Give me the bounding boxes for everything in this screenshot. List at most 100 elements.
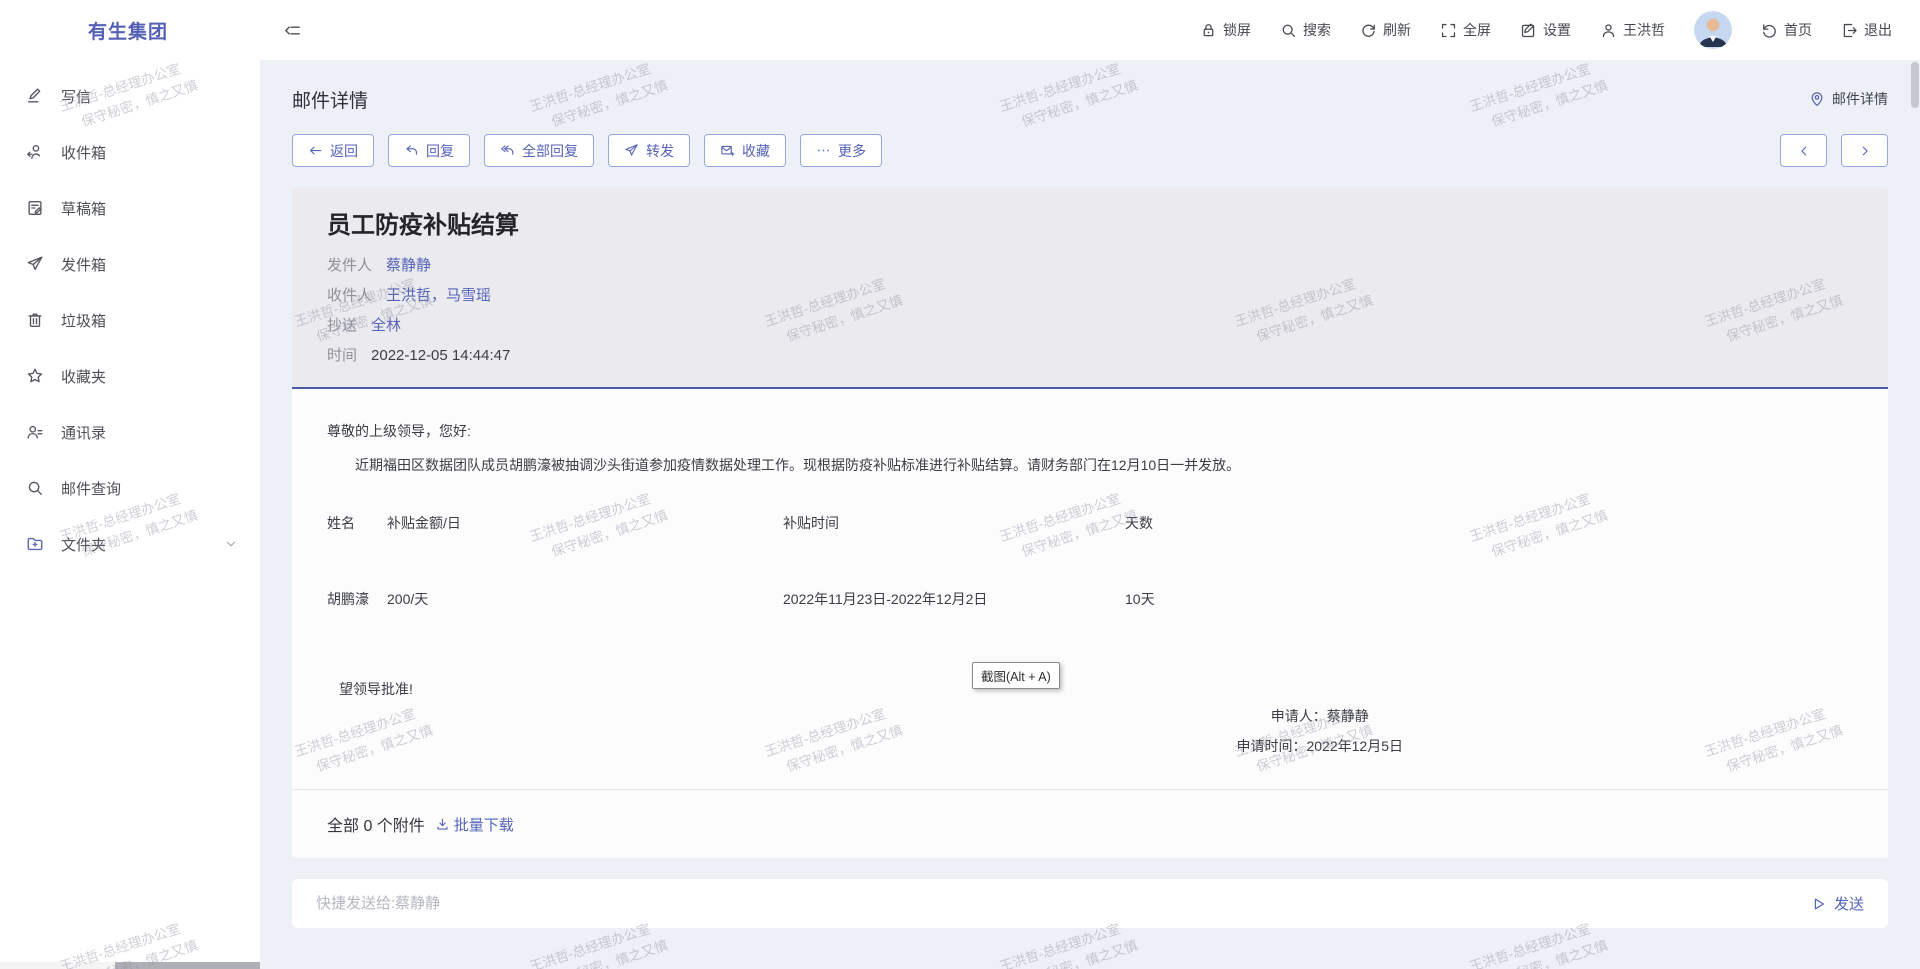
chevron-left-icon: [1797, 144, 1811, 158]
favorite-button[interactable]: 收藏: [704, 134, 786, 167]
star-icon: [26, 367, 44, 385]
chevron-right-icon: [1858, 144, 1872, 158]
sidebar-horizontal-scrollbar[interactable]: [0, 962, 260, 969]
sidebar-item-drafts[interactable]: 草稿箱: [0, 180, 260, 236]
recipients-link[interactable]: 王洪哲，马雪瑶: [386, 281, 491, 311]
mail-detail-card: 员工防疫补贴结算 发件人 蔡静静 收件人 王洪哲，马雪瑶 抄送 全林 时间 20…: [292, 187, 1888, 858]
sidebar: 写信 收件箱 草稿箱 发件箱 垃圾箱 收藏夹: [0, 60, 260, 969]
signature-block: 申请人：蔡静静 申请时间：2022年12月5日: [1236, 701, 1403, 761]
undo-arrow-icon: [1761, 22, 1778, 39]
paper-plane-icon: [624, 143, 639, 158]
reply-button[interactable]: 回复: [388, 134, 470, 167]
mail-to-row: 收件人 王洪哲，马雪瑶: [327, 281, 1853, 311]
back-button[interactable]: 返回: [292, 134, 374, 167]
mail-pager: [1780, 134, 1888, 167]
table-header-cell: 补贴时间: [783, 513, 1125, 533]
menu-fold-icon: [283, 21, 302, 40]
main-content: 邮件详情 邮件详情 返回 回复 全部回复 转发: [260, 60, 1920, 969]
attachments-bar: 全部 0 个附件 批量下载: [292, 789, 1888, 858]
chevron-down-icon: [224, 537, 238, 551]
table-cell: 200/天: [387, 589, 783, 609]
download-icon: [435, 817, 450, 832]
mail-toolbar: 返回 回复 全部回复 转发 收藏 更多: [292, 134, 1888, 167]
sidebar-item-folders[interactable]: 文件夹: [0, 516, 260, 572]
applicant-line: 申请人：蔡静静: [1236, 701, 1403, 731]
greeting-text: 尊敬的上级领导，您好:: [327, 421, 1853, 441]
refresh-button[interactable]: 刷新: [1360, 20, 1411, 40]
ellipsis-icon: [816, 143, 831, 158]
scrollbar-thumb[interactable]: [1911, 62, 1919, 108]
cc-link[interactable]: 全林: [371, 311, 401, 341]
paper-plane-icon: [26, 255, 44, 273]
sidebar-item-sent[interactable]: 发件箱: [0, 236, 260, 292]
table-header-cell: 姓名: [327, 513, 387, 533]
reply-all-icon: [500, 143, 515, 158]
mail-from-row: 发件人 蔡静静: [327, 251, 1853, 281]
mail-subject: 员工防疫补贴结算: [327, 211, 1853, 241]
home-button[interactable]: 首页: [1761, 20, 1812, 40]
breadcrumb: 邮件详情: [1809, 89, 1888, 109]
top-actions: 锁屏 搜索 刷新 全屏 设置 王洪哲: [1200, 11, 1920, 49]
pencil-icon: [26, 87, 44, 105]
person-arrow-icon: [26, 143, 44, 161]
mail-app: 有生集团 锁屏 搜索 刷新 全屏: [0, 0, 1920, 969]
draft-icon: [26, 199, 44, 217]
send-triangle-icon: [1811, 896, 1827, 912]
person-icon: [1600, 22, 1617, 39]
current-user-button[interactable]: 王洪哲: [1600, 20, 1665, 40]
table-cell: 2022年11月23日-2022年12月2日: [783, 589, 1125, 609]
fullscreen-icon: [1440, 22, 1457, 39]
next-mail-button[interactable]: [1841, 134, 1888, 167]
reply-icon: [404, 143, 419, 158]
table-header-row: 姓名 补贴金额/日 补贴时间 天数: [327, 513, 1853, 533]
sidebar-item-contacts[interactable]: 通讯录: [0, 404, 260, 460]
reply-all-button[interactable]: 全部回复: [484, 134, 594, 167]
attachments-summary: 全部 0 个附件: [327, 812, 425, 836]
send-button[interactable]: 发送: [1811, 893, 1864, 914]
lock-icon: [1200, 22, 1217, 39]
table-header-cell: 天数: [1125, 513, 1153, 533]
envelope-star-icon: [720, 143, 735, 158]
contacts-icon: [26, 423, 44, 441]
sidebar-item-inbox[interactable]: 收件箱: [0, 124, 260, 180]
forward-button[interactable]: 转发: [608, 134, 690, 167]
table-cell: 胡鹏濠: [327, 589, 387, 609]
vertical-scrollbar[interactable]: [1911, 62, 1919, 967]
search-button[interactable]: 搜索: [1280, 20, 1331, 40]
quick-send-input[interactable]: [316, 895, 1811, 912]
edit-square-icon: [1520, 22, 1537, 39]
sidebar-item-favorites[interactable]: 收藏夹: [0, 348, 260, 404]
trash-icon: [26, 311, 44, 329]
batch-download-link[interactable]: 批量下载: [435, 814, 514, 835]
closing-text: 望领导批准!: [339, 679, 1853, 699]
table-cell: 10天: [1125, 589, 1155, 609]
top-bar: 有生集团 锁屏 搜索 刷新 全屏: [0, 0, 1920, 60]
logout-icon: [1841, 22, 1858, 39]
refresh-icon: [1360, 22, 1377, 39]
sidebar-item-mail-search[interactable]: 邮件查询: [0, 460, 260, 516]
sidebar-item-trash[interactable]: 垃圾箱: [0, 292, 260, 348]
lock-screen-button[interactable]: 锁屏: [1200, 20, 1251, 40]
settings-button[interactable]: 设置: [1520, 20, 1571, 40]
mail-header: 员工防疫补贴结算 发件人 蔡静静 收件人 王洪哲，马雪瑶 抄送 全林 时间 20…: [292, 187, 1888, 387]
arrow-left-icon: [308, 143, 323, 158]
user-avatar[interactable]: [1694, 11, 1732, 49]
brand-logo: 有生集团: [0, 17, 260, 44]
location-pin-icon: [1809, 91, 1825, 107]
folder-plus-icon: [26, 535, 44, 553]
sender-link[interactable]: 蔡静静: [386, 251, 431, 281]
prev-mail-button[interactable]: [1780, 134, 1827, 167]
scrollbar-thumb[interactable]: [115, 962, 260, 969]
fullscreen-button[interactable]: 全屏: [1440, 20, 1491, 40]
body-paragraph: 近期福田区数据团队成员胡鹏濠被抽调沙头街道参加疫情数据处理工作。现根据防疫补贴标…: [327, 453, 1853, 477]
collapse-sidebar-button[interactable]: [283, 21, 302, 40]
search-icon: [26, 479, 44, 497]
mail-time: 2022-12-05 14:44:47: [371, 341, 510, 371]
more-button[interactable]: 更多: [800, 134, 882, 167]
sidebar-item-compose[interactable]: 写信: [0, 68, 260, 124]
logout-button[interactable]: 退出: [1841, 20, 1892, 40]
search-icon: [1280, 22, 1297, 39]
apply-time-line: 申请时间：2022年12月5日: [1236, 731, 1403, 761]
table-header-cell: 补贴金额/日: [387, 513, 783, 533]
mail-time-row: 时间 2022-12-05 14:44:47: [327, 341, 1853, 371]
